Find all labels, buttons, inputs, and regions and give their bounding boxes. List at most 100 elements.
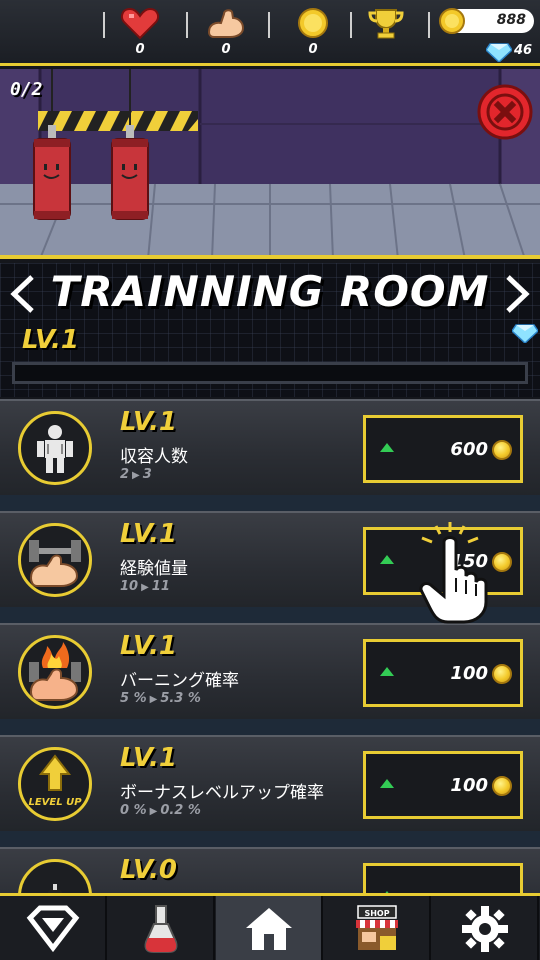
upgrade-arrow-icon: [380, 555, 394, 564]
punching-bag-1: [33, 125, 71, 220]
upgrade-badge: LEVEL UP: [18, 747, 92, 821]
training-room-scene: 0/2: [0, 69, 540, 259]
upgrade-badge: [18, 635, 92, 709]
upgrade-arrow-icon: [380, 779, 394, 788]
upgrade-change: 2 ▶ 3: [120, 467, 152, 482]
upgrade-from: 5 %: [120, 691, 147, 706]
upgrade-name: 収容人数: [120, 447, 188, 467]
upgrade-buy-button[interactable]: 600: [363, 415, 523, 483]
trophy-icon: [368, 9, 404, 39]
upgrade-to: 0.2 %: [160, 803, 201, 818]
gem-count: 46: [514, 43, 533, 58]
nav-potion[interactable]: [108, 896, 215, 960]
flexed-arm-icon: [207, 9, 245, 38]
capacity-counter: 0/2: [10, 79, 43, 100]
strength-stat: 0: [196, 6, 256, 62]
upgrade-change: 5 % ▶ 5.3 %: [120, 691, 201, 706]
upgrade-price: 100: [450, 663, 488, 684]
level-up-text: LEVEL UP: [28, 797, 82, 808]
upgrade-buy-button[interactable]: 100: [363, 639, 523, 707]
coin-icon: [492, 552, 512, 572]
nav-hero[interactable]: [0, 896, 107, 960]
nav-shop[interactable]: SHOP: [324, 896, 431, 960]
heart-icon: [121, 7, 159, 40]
upgrade-row-bonus-level: LEVEL UP LV.1 ボーナスレベルアップ確率 0 % ▶ 0.2 % 100: [0, 735, 540, 831]
upgrade-buy-button[interactable]: 100: [363, 751, 523, 819]
divider: [350, 12, 352, 38]
upgrade-name: ボーナスレベルアップ確率: [120, 783, 324, 803]
close-button[interactable]: [476, 83, 534, 141]
hazard-stripe-bar: [38, 111, 198, 131]
upgrade-level: LV.1: [120, 743, 178, 773]
row-divider: [0, 831, 540, 847]
upgrade-arrow-icon: [380, 443, 394, 452]
shop-label: SHOP: [364, 909, 389, 918]
coin-icon: [492, 440, 512, 460]
strength-count: 0: [221, 42, 231, 57]
row-divider: [0, 719, 540, 735]
upgrade-level: LV.0: [120, 855, 178, 885]
status-bar: 0 0 0 888 46: [0, 0, 540, 66]
coin-balance: 888: [439, 8, 534, 34]
upgrade-price: 100: [450, 775, 488, 796]
coin-icon: [298, 8, 328, 38]
home-icon: [246, 908, 292, 950]
next-room-button[interactable]: [498, 271, 536, 317]
upgrade-badge: [18, 523, 92, 597]
burning-arm-icon: [29, 642, 81, 701]
play-arrow-icon: ▶: [132, 470, 140, 481]
upgrade-arrow-icon: [380, 667, 394, 676]
room-level: LV.1: [22, 325, 80, 355]
nav-home[interactable]: [216, 896, 323, 960]
upgrade-badge: [18, 411, 92, 485]
coin-icon: [439, 8, 465, 34]
dumbbell-arm-icon: [29, 540, 81, 587]
upgrade-to: 3: [142, 467, 152, 482]
upgrade-row-capacity: LV.1 収容人数 2 ▶ 3 600: [0, 399, 540, 495]
upgrade-level: LV.1: [120, 631, 178, 661]
divider: [103, 12, 105, 38]
room-title: TRAINNING ROOM: [50, 267, 490, 316]
upgrade-row-burning: LV.1 バーニング確率 5 % ▶ 5.3 % 100: [0, 623, 540, 719]
upgrade-to: 5.3 %: [160, 691, 201, 706]
punching-bag-2: [111, 125, 149, 220]
trainee-icon: [37, 425, 73, 473]
tap-hint-hand-icon: [419, 522, 488, 624]
diamond-icon: [512, 324, 538, 343]
coin-icon: [492, 664, 512, 684]
coins-stat: 0: [283, 6, 343, 62]
upgrade-name: 経験値量: [120, 559, 188, 579]
bottom-navigation: SHOP: [0, 893, 540, 960]
hero-icon: [26, 905, 80, 953]
play-arrow-icon: ▶: [149, 806, 158, 817]
diamond-icon: [486, 43, 512, 62]
room-background: [0, 69, 540, 255]
nav-settings[interactable]: [432, 896, 539, 960]
upgrade-change: 10 ▶ 11: [120, 579, 170, 594]
close-icon: [477, 84, 533, 140]
room-xp-bar: [12, 362, 528, 384]
upgrade-from: 2: [120, 467, 130, 482]
level-up-icon: LEVEL UP: [28, 754, 82, 808]
row-divider: [0, 495, 540, 511]
coin-balance-value: 888: [496, 12, 526, 28]
coins-count: 0: [308, 42, 318, 57]
play-arrow-icon: ▶: [141, 582, 149, 593]
upgrade-to: 11: [151, 579, 170, 594]
upgrade-change: 0 % ▶ 0.2 %: [120, 803, 201, 818]
upgrade-from: 0 %: [120, 803, 147, 818]
shop-icon: SHOP: [356, 905, 398, 950]
upgrade-level: LV.1: [120, 407, 178, 437]
settings-icon: [462, 906, 508, 952]
room-header: TRAINNING ROOM LV.1: [0, 263, 540, 397]
divider: [428, 12, 430, 38]
potion-icon: [144, 905, 178, 953]
hearts-stat: 0: [110, 6, 170, 62]
trophy-stat: [356, 6, 416, 62]
upgrade-level: LV.1: [120, 519, 178, 549]
upgrade-name: バーニング確率: [120, 671, 239, 691]
play-arrow-icon: ▶: [149, 694, 158, 705]
divider: [268, 12, 270, 38]
coin-icon: [492, 776, 512, 796]
upgrade-price: 600: [450, 439, 488, 460]
